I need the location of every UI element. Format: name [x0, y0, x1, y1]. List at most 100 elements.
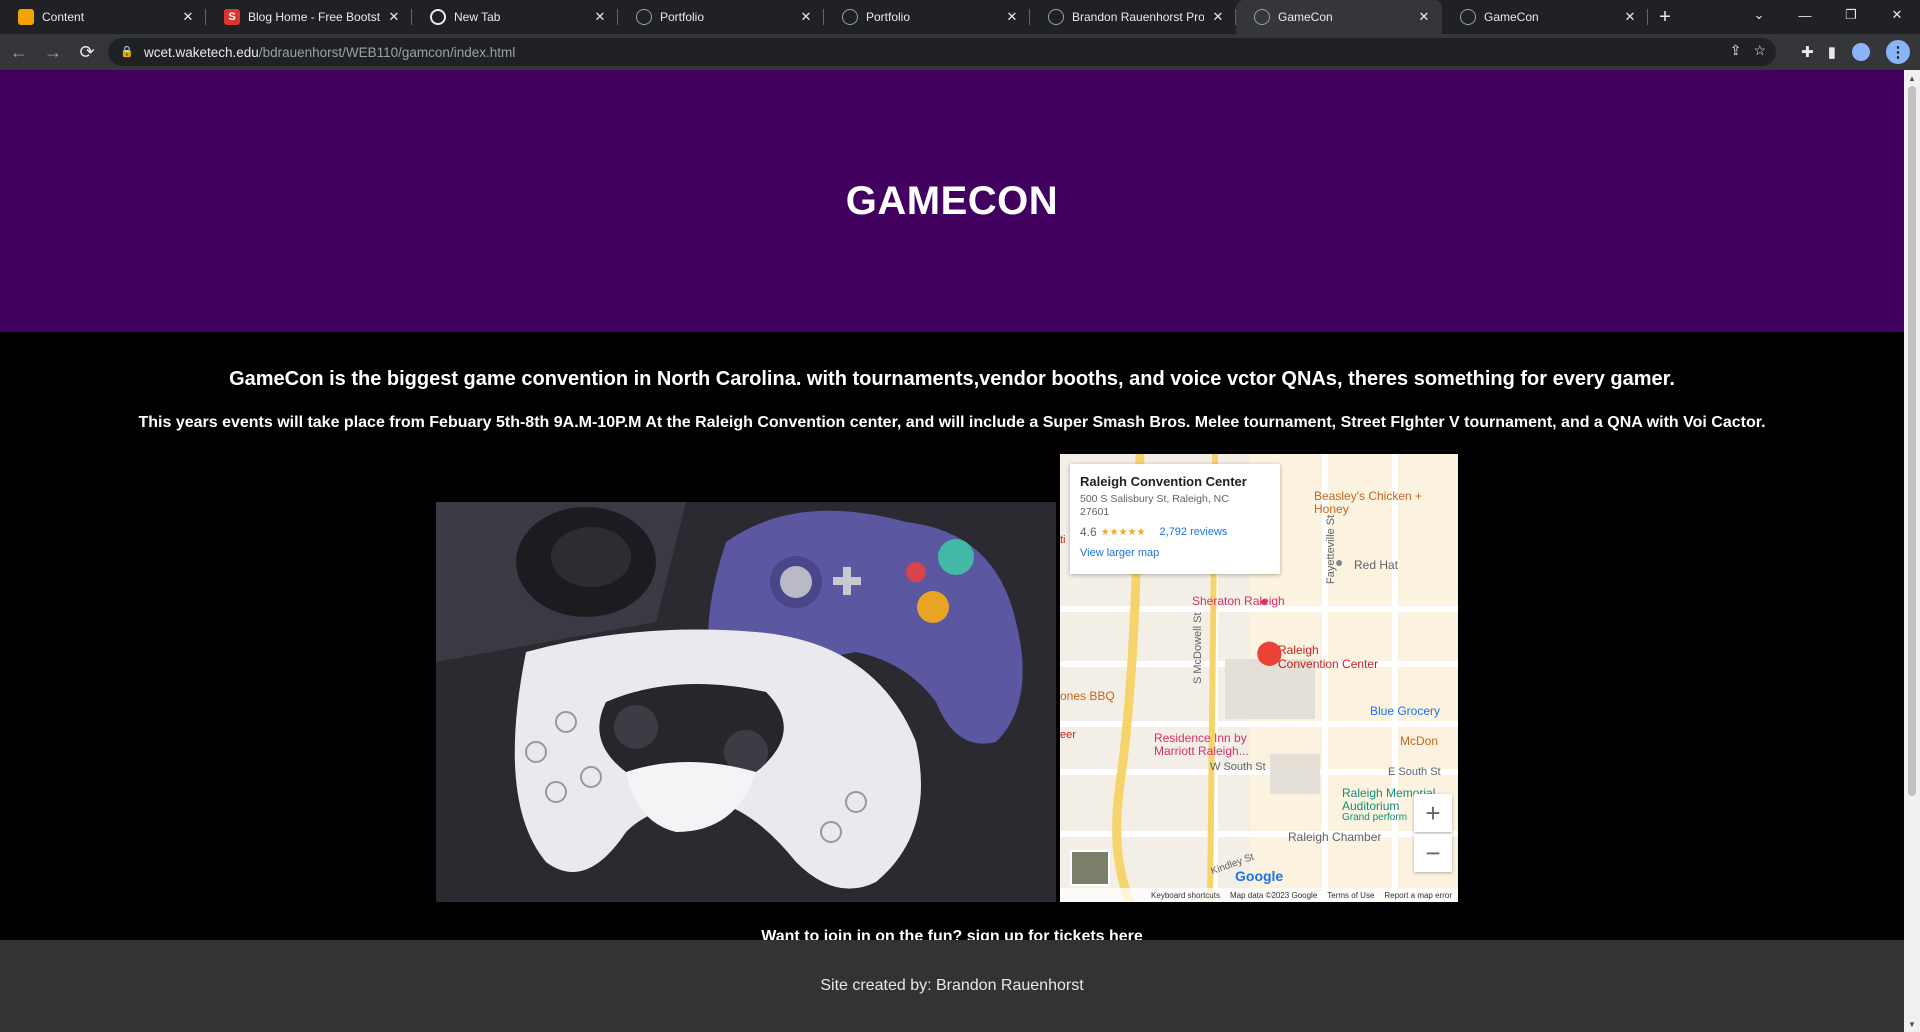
- globe-icon: [1460, 9, 1476, 25]
- map-label-fayetteville: Fayetteville St: [1325, 514, 1337, 584]
- map-label-e-south: E South St: [1388, 766, 1441, 778]
- page-scrollbar[interactable]: ▲ ▼: [1904, 70, 1920, 1032]
- tab-close-icon[interactable]: ✕: [386, 9, 402, 25]
- map-label-eer: eer: [1060, 729, 1076, 741]
- map-attribution-bar: Keyboard shortcuts Map data ©2023 Google…: [1060, 888, 1458, 902]
- lock-icon[interactable]: 🔒: [120, 45, 134, 59]
- browser-tab[interactable]: GameCon ✕: [1442, 0, 1648, 34]
- browser-tab[interactable]: Content ✕: [0, 0, 206, 34]
- tab-title: GameCon: [1278, 10, 1333, 24]
- tab-title: GameCon: [1484, 10, 1539, 24]
- tab-close-icon[interactable]: ✕: [1622, 9, 1638, 25]
- tab-close-icon[interactable]: ✕: [180, 9, 196, 25]
- reload-button[interactable]: ⟳: [72, 37, 102, 67]
- satellite-toggle[interactable]: [1070, 850, 1110, 886]
- map-label-chamber[interactable]: Raleigh Chamber: [1288, 830, 1381, 844]
- tab-title: Content: [42, 10, 85, 24]
- location-pin-icon[interactable]: ⬤: [1256, 638, 1283, 667]
- browser-tab[interactable]: Portfolio ✕: [618, 0, 824, 34]
- window-controls: ⌄ — ❐ ✕: [1736, 0, 1920, 34]
- map-label-grand: Grand perform: [1342, 812, 1408, 823]
- place-pin-icon[interactable]: ●: [1335, 554, 1343, 570]
- controllers-illustration: [436, 502, 1056, 902]
- tab-close-icon[interactable]: ✕: [1004, 9, 1020, 25]
- map-label-rcc-1[interactable]: Raleigh: [1278, 643, 1319, 657]
- tab-strip: Content ✕ S Blog Home - Free Bootstra ✕ New T…: [0, 0, 1920, 34]
- chrome-icon: [430, 9, 446, 25]
- extensions-puzzle-icon[interactable]: ✚: [1801, 43, 1814, 61]
- map-label-sheraton[interactable]: Sheraton Raleigh: [1192, 594, 1285, 608]
- report-map-error-link[interactable]: Report a map error: [1384, 891, 1452, 900]
- browser-toolbar: ← → ⟳ 🔒 wcet.waketech.edu/bdrauenhorst/W…: [0, 34, 1920, 70]
- controllers-photo: [436, 502, 1056, 902]
- site-footer: Site created by: Brandon Rauenhorst: [0, 940, 1904, 1032]
- tab-search-icon[interactable]: ⌄: [1736, 0, 1782, 30]
- embedded-map[interactable]: Raleigh Convention Center 500 S Salisbur…: [1060, 454, 1458, 902]
- map-data-text: Map data ©2023 Google: [1229, 890, 1318, 900]
- map-label-beasleys[interactable]: Beasley's Chicken + Honey: [1314, 489, 1458, 516]
- view-larger-map-link[interactable]: View larger map: [1080, 547, 1270, 559]
- tab-separator: [1647, 9, 1648, 25]
- forward-button[interactable]: →: [38, 37, 68, 67]
- map-label-mcdon[interactable]: McDon: [1400, 734, 1438, 748]
- globe-icon: [842, 9, 858, 25]
- zoom-in-button[interactable]: +: [1414, 794, 1452, 832]
- map-label-blue-grocery[interactable]: Blue Grocery: [1370, 704, 1440, 718]
- map-label-rcc-2[interactable]: Convention Center: [1278, 657, 1378, 671]
- tab-close-icon[interactable]: ✕: [1416, 9, 1432, 25]
- tab-title: Portfolio: [866, 10, 911, 24]
- orange-edit-icon: [18, 9, 34, 25]
- chrome-menu-icon[interactable]: ⋮: [1886, 40, 1910, 64]
- zoom-out-button[interactable]: −: [1414, 834, 1452, 872]
- place-name: Raleigh Convention Center: [1080, 474, 1247, 489]
- browser-tab[interactable]: Brandon Rauenhorst Proje ✕: [1030, 0, 1236, 34]
- restore-button[interactable]: ❐: [1828, 0, 1874, 30]
- url-text[interactable]: wcet.waketech.edu/bdrauenhorst/WEB110/ga…: [144, 45, 515, 60]
- google-logo: Google: [1235, 868, 1284, 884]
- map-label-jones-bbq[interactable]: ones BBQ: [1060, 689, 1115, 703]
- rating-value: 4.6: [1080, 525, 1097, 540]
- globe-icon: [1048, 9, 1064, 25]
- keyboard-shortcuts-link[interactable]: Keyboard shortcuts: [1151, 891, 1220, 900]
- tab-title: Blog Home - Free Bootstra: [248, 10, 380, 24]
- bookmark-star-icon[interactable]: ☆: [1753, 42, 1766, 59]
- map-label-mcdowell: S McDowell St: [1192, 612, 1204, 684]
- map-label-red-hat[interactable]: Red Hat: [1354, 558, 1398, 572]
- scrollbar-thumb[interactable]: [1908, 86, 1916, 796]
- back-button[interactable]: ←: [4, 37, 34, 67]
- address-bar[interactable]: 🔒 wcet.waketech.edu/bdrauenhorst/WEB110/…: [108, 38, 1776, 66]
- site-header: GAMECON: [0, 70, 1904, 332]
- reviews-link[interactable]: 2,792 reviews: [1160, 526, 1228, 538]
- tab-close-icon[interactable]: ✕: [1210, 9, 1226, 25]
- map-place-card: Raleigh Convention Center 500 S Salisbur…: [1070, 464, 1280, 574]
- map-label-residence-inn[interactable]: Residence Inn by: [1154, 731, 1247, 745]
- tab-close-icon[interactable]: ✕: [798, 9, 814, 25]
- hotel-pin-icon[interactable]: ●: [1260, 593, 1268, 609]
- profile-avatar[interactable]: [1850, 41, 1872, 63]
- scroll-up-arrow-icon[interactable]: ▲: [1904, 70, 1920, 86]
- globe-icon: [1254, 9, 1270, 25]
- side-panel-icon[interactable]: ▮: [1828, 43, 1836, 61]
- place-rating: 4.6 ★★★★★ 2,792 reviews: [1080, 525, 1270, 539]
- minimize-button[interactable]: —: [1782, 0, 1828, 30]
- url-host: wcet.waketech.edu: [144, 44, 259, 60]
- globe-icon: [636, 9, 652, 25]
- tab-title: Portfolio: [660, 10, 705, 24]
- browser-tab[interactable]: Portfolio ✕: [824, 0, 1030, 34]
- terms-of-use-link[interactable]: Terms of Use: [1327, 891, 1374, 900]
- share-icon[interactable]: ⇪: [1730, 42, 1742, 59]
- place-address: 500 S Salisbury St, Raleigh, NC 27601: [1080, 493, 1229, 519]
- tab-close-icon[interactable]: ✕: [592, 9, 608, 25]
- browser-tab[interactable]: GameCon ✕: [1236, 0, 1442, 34]
- page-viewport: GAMECON GameCon is the biggest game conv…: [0, 70, 1904, 1032]
- tab-list: Content ✕ S Blog Home - Free Bootstra ✕ New T…: [0, 0, 1648, 34]
- browser-tab[interactable]: S Blog Home - Free Bootstra ✕: [206, 0, 412, 34]
- scroll-down-arrow-icon[interactable]: ▼: [1904, 1016, 1920, 1032]
- browser-tab[interactable]: New Tab ✕: [412, 0, 618, 34]
- extension-area: ✚ ▮ ⋮: [1801, 34, 1920, 70]
- map-label-marriott[interactable]: Marriott Raleigh...: [1154, 744, 1249, 758]
- map-label-auditorium[interactable]: Auditorium: [1342, 799, 1399, 813]
- event-details-text: This years events will take place from F…: [138, 414, 1766, 431]
- close-window-button[interactable]: ✕: [1874, 0, 1920, 30]
- new-tab-button[interactable]: +: [1648, 0, 1682, 34]
